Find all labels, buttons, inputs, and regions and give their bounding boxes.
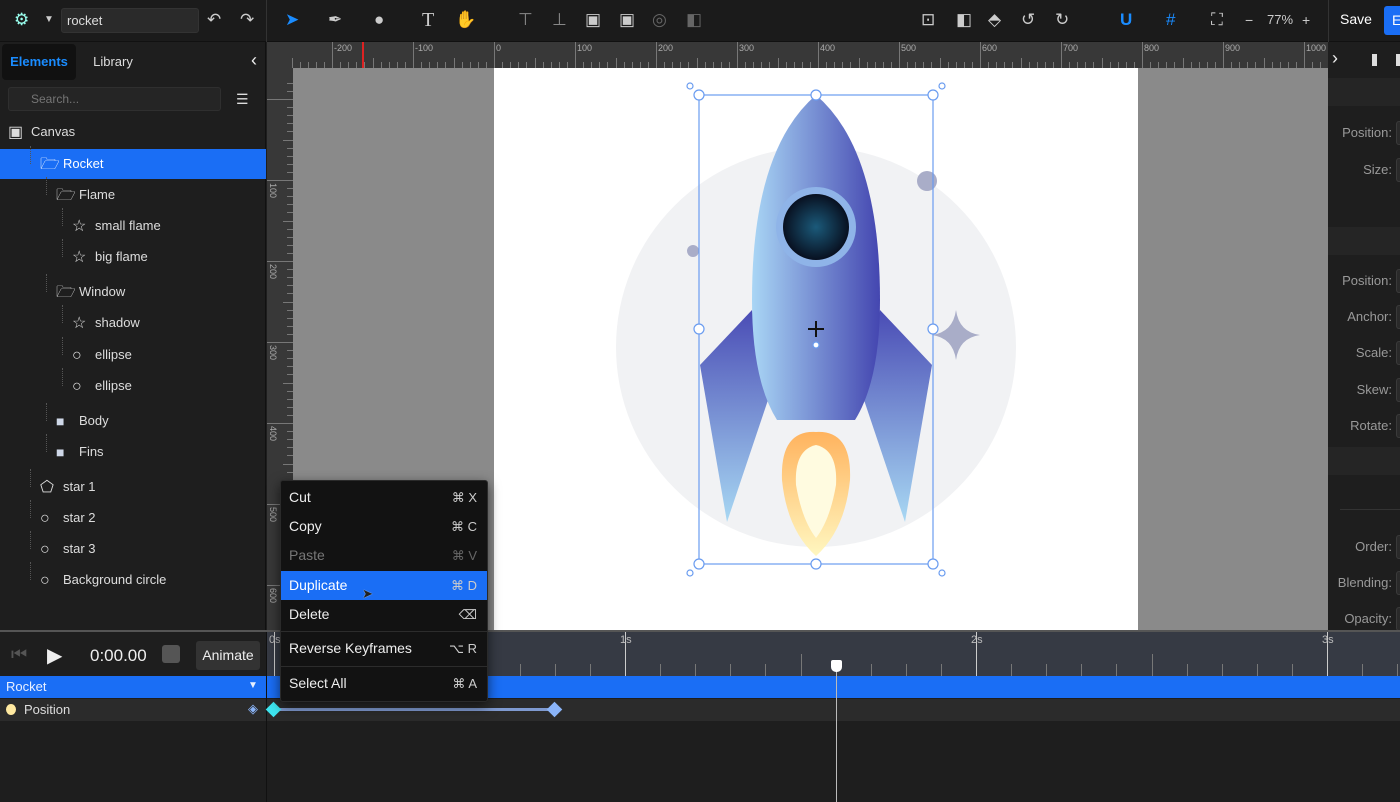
- menu-item-paste: Paste ⌘ V: [281, 541, 487, 570]
- window-ellipse-inner: [783, 194, 849, 260]
- timeline-tick: [589, 664, 591, 676]
- timeline-tick: [1116, 664, 1118, 676]
- menu-item-label: Select All: [289, 675, 347, 691]
- menu-shortcut: ⌘ X: [451, 490, 477, 505]
- timeline-tick: [800, 654, 802, 676]
- property-field[interactable]: [1396, 378, 1400, 402]
- menu-item-label: Delete: [289, 606, 330, 622]
- timeline-tick-label: 1s: [620, 634, 632, 646]
- property-field[interactable]: [1396, 158, 1400, 182]
- timeline-tick: [730, 664, 732, 676]
- menu-item-label: Paste: [289, 547, 325, 563]
- menu-shortcut: ⌫: [458, 607, 477, 622]
- property-field[interactable]: [1396, 305, 1400, 329]
- timeline-tick: [1221, 664, 1223, 676]
- menu-shortcut: ⌘ V: [451, 548, 477, 563]
- property-label: Rotate:: [1350, 418, 1392, 433]
- timeline-tick: [1186, 664, 1188, 676]
- property-field[interactable]: [1396, 535, 1400, 559]
- property-label: Skew:: [1356, 382, 1392, 397]
- layer-name: Rocket: [6, 679, 47, 694]
- property-field[interactable]: [1396, 121, 1400, 145]
- property-label: Opacity:: [1344, 611, 1392, 626]
- align-left-icon[interactable]: [1372, 54, 1377, 66]
- property-label: Order:: [1355, 539, 1392, 554]
- timeline-tick: [1151, 654, 1153, 676]
- timeline-property-row[interactable]: Position ◈: [0, 699, 1400, 721]
- menu-item-duplicate[interactable]: Duplicate ⌘ D: [281, 571, 487, 600]
- timeline-tick-label: 3s: [1322, 634, 1334, 646]
- menu-item-delete[interactable]: Delete ⌫: [281, 600, 487, 629]
- property-name: Position: [24, 702, 71, 717]
- playhead-line[interactable]: [835, 668, 837, 802]
- chevron-down-icon[interactable]: ▼: [248, 680, 258, 691]
- menu-item-cut[interactable]: Cut ⌘ X: [281, 483, 487, 512]
- timeline-tick: [1011, 664, 1013, 676]
- timeline-tick: [695, 664, 697, 676]
- menu-item-copy[interactable]: Copy ⌘ C: [281, 512, 487, 541]
- property-label: Blending:: [1337, 575, 1392, 590]
- property-label: Size:: [1363, 162, 1392, 177]
- play-icon[interactable]: ▶: [47, 643, 62, 668]
- timeline-tick-label: 0s: [269, 634, 281, 646]
- timeline-tick: [1046, 664, 1048, 676]
- timeline-tick: [1362, 664, 1364, 676]
- timeline-tick: [554, 664, 556, 676]
- timeline-tick-label: 2s: [971, 634, 983, 646]
- menu-item-label: Reverse Keyframes: [289, 640, 412, 656]
- timeline-tick: [1291, 664, 1293, 676]
- property-label: Position:: [1342, 125, 1392, 140]
- star-3: [687, 245, 699, 257]
- menu-item-select-all[interactable]: Select All ⌘ A: [281, 669, 487, 698]
- timeline-tick: [1256, 664, 1258, 676]
- property-field[interactable]: [1396, 414, 1400, 438]
- menu-item-label: Copy: [289, 518, 322, 534]
- skip-to-start-icon[interactable]: ⏮: [11, 644, 27, 665]
- properties-panel: › Position: Size: Position: Anchor: Scale: Sk…: [1328, 42, 1400, 631]
- menu-item-reverse-keyframes[interactable]: Reverse Keyframes ⌥ R: [281, 634, 487, 663]
- timeline-tick: [1397, 664, 1399, 676]
- menu-separator: [281, 631, 487, 632]
- menu-shortcut: ⌘ C: [451, 519, 477, 534]
- mouse-cursor-icon: ➤: [362, 586, 373, 601]
- timeline-tick: [940, 664, 942, 676]
- align-center-icon[interactable]: [1396, 54, 1400, 66]
- property-field[interactable]: [1396, 269, 1400, 293]
- menu-item-label: Duplicate: [289, 577, 348, 593]
- timeline-tick: [765, 664, 767, 676]
- context-menu: Cut ⌘ X Copy ⌘ C Paste ⌘ V Duplicate ⌘ D Delete ⌫…: [280, 480, 488, 702]
- property-field[interactable]: [1396, 607, 1400, 631]
- animate-button[interactable]: Animate: [196, 641, 260, 670]
- timeline-panel: ⏮ ▶ 0:00.00 Animate 0s 1s 2s 3s Rocket ▼ Po…: [0, 630, 1400, 802]
- current-time[interactable]: 0:00.00: [90, 646, 147, 666]
- playhead-handle[interactable]: [830, 660, 842, 672]
- timeline-tick: [519, 664, 521, 676]
- menu-shortcut: ⌘ D: [451, 578, 477, 593]
- add-keyframe-icon[interactable]: ◈: [248, 701, 258, 717]
- timeline-layer-row[interactable]: Rocket ▼: [0, 676, 1400, 698]
- property-label: Scale:: [1355, 345, 1392, 360]
- property-field[interactable]: [1396, 341, 1400, 365]
- menu-shortcut: ⌥ R: [449, 641, 477, 656]
- menu-item-label: Cut: [289, 489, 311, 505]
- menu-shortcut: ⌘ A: [452, 676, 477, 691]
- timeline-tick: [870, 664, 872, 676]
- expand-panel-icon[interactable]: ›: [1332, 48, 1338, 69]
- property-label: Anchor:: [1347, 309, 1392, 324]
- lightbulb-icon[interactable]: [6, 704, 16, 715]
- property-field[interactable]: [1396, 571, 1400, 595]
- timeline-tick: [660, 664, 662, 676]
- keyframe-span[interactable]: [274, 708, 555, 711]
- timeline-tick: [905, 664, 907, 676]
- menu-separator: [281, 666, 487, 667]
- property-label: Position:: [1342, 273, 1392, 288]
- star-2: [917, 171, 937, 191]
- easing-icon[interactable]: [162, 645, 180, 663]
- timeline-tick: [1081, 664, 1083, 676]
